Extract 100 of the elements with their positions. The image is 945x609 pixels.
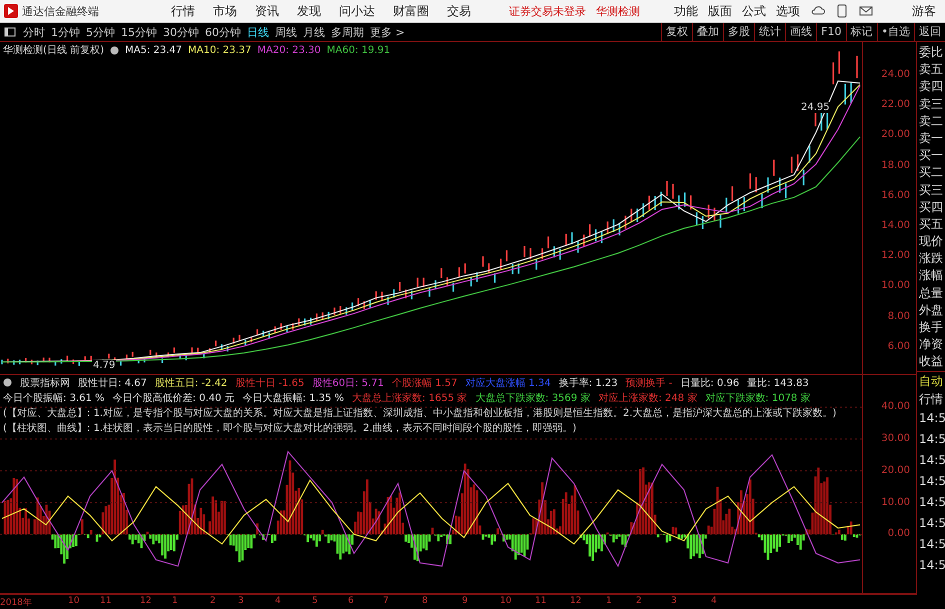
menu-item[interactable]: 版面 <box>703 2 737 20</box>
moving-average-label: MA10: 23.37 <box>188 44 252 56</box>
indicator-stat: 股性十日 -1.65 <box>235 376 304 390</box>
period-tab[interactable]: 30分钟 <box>160 24 202 40</box>
date-axis-label: 4 <box>275 596 281 606</box>
toolbar-button[interactable]: F10 <box>816 23 846 41</box>
indicator-stat: 股性廿日: 4.67 <box>78 376 147 390</box>
quote-field-label: 买五 <box>918 216 944 233</box>
period-tab[interactable]: 月线 <box>300 24 328 40</box>
price-axis-label: 16.00 <box>881 190 910 202</box>
user-label[interactable]: 游客 <box>903 2 945 20</box>
app-logo-icon <box>4 4 18 18</box>
date-axis-label: 8 <box>422 596 428 606</box>
quote-field-label: 卖三 <box>918 96 944 113</box>
toolbar-button[interactable]: 多股 <box>723 23 754 41</box>
day-stat: 大盘总上涨家数: 1655 家 <box>352 392 468 404</box>
period-tab[interactable]: 周线 <box>272 24 300 40</box>
quote-field-label: 卖四 <box>918 78 944 96</box>
menu-item[interactable]: 功能 <box>669 2 703 20</box>
trade-time: 14:5 <box>918 430 945 448</box>
price-axis-label: 6.00 <box>888 340 910 353</box>
side-tab[interactable]: 自动 <box>917 372 945 390</box>
period-tab[interactable]: 5分钟 <box>83 24 118 40</box>
stock-link[interactable]: 华测检测 <box>591 4 645 18</box>
indicator-stat: 股性60日: 5.71 <box>312 376 384 390</box>
period-tab[interactable]: 多周期 <box>328 24 367 40</box>
menu-item[interactable]: 选项 <box>771 2 805 20</box>
quote-field-label: 涨幅 <box>918 267 944 284</box>
indicator-axis-label: 10.00 <box>881 496 910 509</box>
period-tab[interactable]: 更多 > <box>367 24 408 40</box>
period-tab[interactable]: 1分钟 <box>48 24 83 40</box>
period-tab[interactable]: 分时 <box>20 24 48 40</box>
date-axis-label: 2018年 <box>0 596 32 609</box>
quote-field-label: 涨跌 <box>918 250 944 268</box>
price-axis-label: 24.00 <box>881 69 910 82</box>
toolbar-button[interactable]: 叠加 <box>692 23 724 41</box>
toolbar-button[interactable]: 标记 <box>846 23 876 41</box>
indicator-axis-label: 30.00 <box>881 433 910 446</box>
indicator-axis-label: 40.00 <box>881 401 910 414</box>
quote-field-label: 现价 <box>918 233 944 250</box>
date-axis-label: 2 <box>210 596 216 606</box>
day-stat: 今日个股振幅: 3.61 % <box>3 392 105 404</box>
price-axis-label: 22.00 <box>881 99 910 112</box>
menu-item[interactable]: 行情 <box>162 2 204 20</box>
indicator-note: (【对应、大盘总】: 1.对应，是专指个股与对应大盘的关系。对应大盘是指上证指数、深圳成指、中小盘指和创业板指，港股则是恒生指数。2.大盘总，是指沪深大盘总的上涨或下跌家数。) <box>2 406 838 420</box>
price-axis-label: 18.00 <box>881 160 910 172</box>
indicator-stat: 量比: 143.83 <box>747 376 809 390</box>
indicator-stat: 预测换手 - <box>626 376 672 390</box>
date-axis-label: 3 <box>238 596 244 606</box>
menu-item[interactable]: 问小达 <box>330 2 384 20</box>
date-axis-label: 4 <box>711 596 717 606</box>
period-tab[interactable]: 日线 <box>244 24 272 40</box>
date-axis-label: 6 <box>348 596 354 606</box>
date-axis-label: 2 <box>636 596 642 606</box>
menu-item[interactable]: 财富圈 <box>384 2 438 20</box>
panel-toggle-icon[interactable] <box>4 27 16 37</box>
day-stat: 对应上涨家数: 248 家 <box>598 392 698 404</box>
menu-item[interactable]: 公式 <box>737 2 771 20</box>
quote-field-label: 卖一 <box>918 130 944 147</box>
quote-field-label: 换手 <box>918 319 944 336</box>
period-tab[interactable]: 60分钟 <box>202 24 244 40</box>
indicator-note: (【柱状图、曲线】: 1.柱状图，表示当日的股性，即个股与对应大盘对比的强弱。2.曲线，表示不同时间段个股的股性，即强弱。) <box>2 422 578 435</box>
quote-field-label: 净资 <box>918 336 944 354</box>
indicator-stat: 股性五日: -2.42 <box>154 376 228 390</box>
menu-item[interactable]: 发现 <box>288 2 330 20</box>
date-axis-label: 3 <box>671 596 677 606</box>
price-axis-label: 12.00 <box>881 250 910 262</box>
date-axis-label: 7 <box>383 596 389 606</box>
date-axis-label: 5 <box>312 596 318 606</box>
toolbar-button[interactable]: 复权 <box>661 23 692 41</box>
date-axis-label: 12 <box>140 596 152 606</box>
quote-field-label: 收益 <box>918 353 944 370</box>
login-status-link[interactable]: 证券交易未登录 <box>504 4 591 18</box>
indicator-name: 股票指标网 <box>20 376 70 390</box>
menu-item[interactable]: 资讯 <box>246 2 288 20</box>
toolbar-button[interactable]: 画线 <box>785 23 816 41</box>
quote-field-label: 委比 <box>918 44 944 61</box>
trade-time: 14:5 <box>918 556 945 574</box>
quote-field-label: 买三 <box>918 182 944 198</box>
price-axis-label: 8.00 <box>888 310 910 323</box>
side-tab[interactable]: 行情 <box>917 390 945 408</box>
indicator-axis-label: 20.00 <box>881 464 910 477</box>
menu-item[interactable]: 市场 <box>204 2 246 20</box>
period-tab[interactable]: 15分钟 <box>118 24 160 40</box>
day-stat: 今日个股高低价差: 0.40 元 <box>112 392 235 404</box>
toolbar-button[interactable]: •自选 <box>876 23 914 41</box>
toolbar-button[interactable]: 返回 <box>914 23 945 41</box>
quote-field-label: 外盘 <box>918 302 944 319</box>
quote-field-label: 买二 <box>918 164 944 182</box>
date-axis-label: 10 <box>68 596 80 606</box>
moving-average-label: MA5: 23.47 <box>124 44 182 56</box>
date-axis-label: 1 <box>172 596 178 606</box>
chart-title: 华测检测(日线 前复权) <box>3 44 104 57</box>
toolbar-button[interactable]: 统计 <box>754 23 786 41</box>
menu-item[interactable]: 交易 <box>438 2 480 20</box>
day-stat: 大盘总下跌家数: 3569 家 <box>475 392 590 404</box>
trade-time: 14:5 <box>918 452 945 469</box>
day-stat: 对应下跌家数: 1078 家 <box>705 392 810 404</box>
indicator-stat: 日量比: 0.96 <box>680 376 740 390</box>
quote-field-label: 卖五 <box>918 61 944 78</box>
